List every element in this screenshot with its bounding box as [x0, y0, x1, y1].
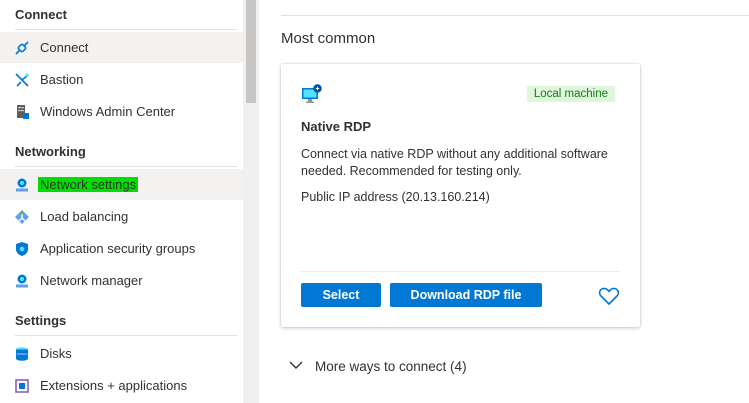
sidebar-item-disks[interactable]: Disks: [0, 338, 243, 369]
card-title: Native RDP: [301, 119, 372, 134]
more-ways-to-connect[interactable]: More ways to connect (4): [289, 357, 467, 375]
card-divider: [301, 271, 620, 272]
sidebar-item-label: Connect: [40, 40, 89, 55]
card-description: Connect via native RDP without any addit…: [301, 147, 608, 178]
sidebar-item-network-manager[interactable]: Network manager: [0, 265, 243, 296]
sidebar-item-extensions[interactable]: Extensions + applications: [0, 370, 243, 401]
section-header-connect: Connect: [15, 7, 67, 22]
divider: [281, 15, 749, 16]
public-ip-address: Public IP address (20.13.160.214): [301, 190, 490, 204]
main-content: Most common Local machine Native RDP Con…: [259, 0, 749, 403]
scrollbar-thumb[interactable]: [246, 0, 256, 103]
section-divider: [15, 335, 237, 336]
more-ways-label: More ways to connect (4): [315, 358, 467, 374]
application-security-groups-icon: [14, 241, 30, 257]
sidebar-scrollbar[interactable]: [243, 0, 259, 403]
extensions-icon: [14, 378, 30, 394]
bastion-icon: [14, 72, 30, 88]
sidebar-item-network-settings[interactable]: Network settings: [0, 169, 243, 200]
connect-plug-icon: [14, 40, 30, 56]
sidebar-item-label: Disks: [40, 346, 72, 361]
sidebar-item-label: Network settings: [38, 177, 139, 192]
heart-icon[interactable]: [598, 286, 620, 306]
select-button[interactable]: Select: [301, 283, 381, 307]
native-rdp-card[interactable]: Local machine Native RDP Connect via nat…: [281, 64, 640, 327]
most-common-heading: Most common: [281, 30, 376, 47]
section-header-networking: Networking: [15, 144, 86, 159]
sidebar-item-label: Bastion: [40, 72, 84, 87]
disks-icon: [14, 346, 30, 362]
download-rdp-file-button[interactable]: Download RDP file: [390, 283, 542, 307]
sidebar-item-load-balancing[interactable]: Load balancing: [0, 201, 243, 232]
windows-admin-center-icon: [14, 104, 30, 120]
sidebar-item-windows-admin-center[interactable]: Windows Admin Center: [0, 96, 243, 127]
monitor-rdp-icon: [301, 84, 323, 109]
sidebar-item-label: Network manager: [40, 273, 143, 288]
local-machine-badge: Local machine: [526, 86, 615, 102]
network-manager-icon: [14, 273, 30, 289]
section-divider: [15, 166, 237, 167]
sidebar: Connect Connect Bastion Windows Admin Ce…: [0, 0, 243, 403]
sidebar-item-label: Load balancing: [40, 209, 129, 224]
sidebar-item-label: Extensions + applications: [40, 378, 188, 393]
sidebar-item-connect[interactable]: Connect: [0, 32, 243, 63]
section-header-settings: Settings: [15, 313, 67, 328]
chevron-down-icon: [289, 357, 303, 375]
sidebar-item-application-security-groups[interactable]: Application security groups: [0, 233, 243, 264]
section-divider: [15, 29, 237, 30]
sidebar-item-label: Windows Admin Center: [40, 104, 176, 119]
sidebar-item-bastion[interactable]: Bastion: [0, 64, 243, 95]
network-settings-icon: [14, 177, 30, 193]
sidebar-item-label: Application security groups: [40, 241, 196, 256]
load-balancing-icon: [14, 209, 30, 225]
